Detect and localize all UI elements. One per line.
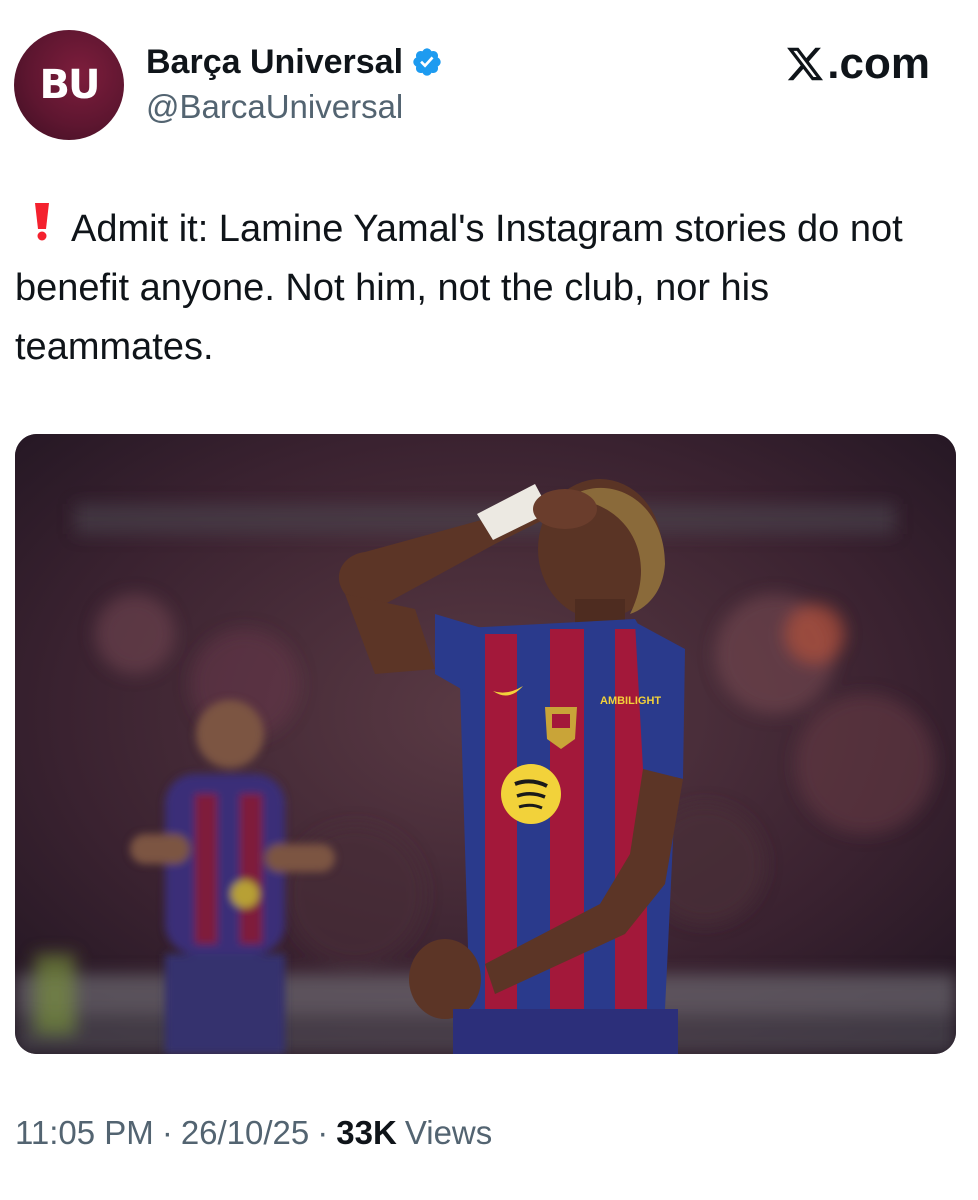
meta-separator: ·	[317, 1114, 329, 1151]
meta-separator: ·	[161, 1114, 173, 1151]
views-count[interactable]: 33K	[336, 1114, 397, 1152]
avatar[interactable]: BU	[14, 30, 124, 140]
tweet-meta: 11:05 PM · 26/10/25 · 33K Views	[15, 1114, 492, 1152]
red-exclamation-icon	[35, 203, 49, 241]
tweet-photo[interactable]: AMBILIGHT	[15, 434, 956, 1054]
views-label: Views	[404, 1114, 493, 1151]
site-label: .com	[827, 39, 930, 88]
tweet-time[interactable]: 11:05 PM	[15, 1114, 154, 1152]
tweet-text: Admit it: Lamine Yamal's Instagram stori…	[15, 200, 960, 377]
display-name-row[interactable]: Barça Universal	[146, 40, 443, 84]
photo-illustration: AMBILIGHT	[15, 434, 956, 1054]
tweet-body: Admit it: Lamine Yamal's Instagram stori…	[15, 208, 903, 368]
x-site-label: .com	[785, 39, 930, 88]
jersey-sponsor-text: AMBILIGHT	[600, 695, 661, 707]
x-logo-icon	[787, 47, 824, 81]
user-handle[interactable]: @BarcaUniversal	[146, 88, 403, 126]
verified-badge-icon	[413, 48, 441, 76]
display-name[interactable]: Barça Universal	[146, 43, 403, 82]
tweet-date[interactable]: 26/10/25	[181, 1114, 309, 1152]
avatar-initials: BU	[39, 62, 101, 108]
tweet-card: BU Barça Universal @BarcaUniversal .com …	[0, 0, 978, 1200]
